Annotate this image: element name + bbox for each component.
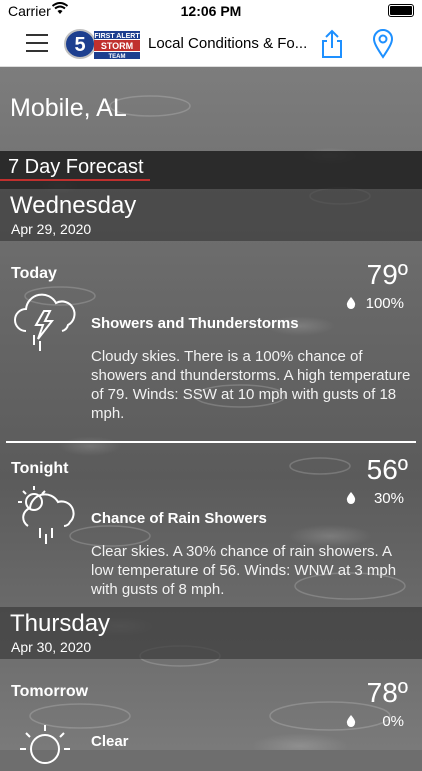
raindrop-icon (346, 492, 356, 504)
forecast-description: Clear skies. A 30% chance of rain shower… (91, 543, 397, 598)
sun-icon (20, 725, 70, 764)
svg-text:FIRST ALERT: FIRST ALERT (94, 33, 140, 40)
condition: Clear (91, 733, 129, 750)
period-divider (6, 441, 416, 443)
forecast-description: Cloudy skies. There is a 100% chance of … (91, 348, 411, 422)
clock: 12:06 PM (180, 3, 242, 19)
station-logo: 5 FIRST ALERT STORM TEAM (64, 29, 140, 60)
period-name: Tonight (11, 460, 69, 477)
day-date: Apr 30, 2020 (11, 639, 92, 655)
nav-bar: 5 FIRST ALERT STORM TEAM Local Condition… (0, 22, 422, 67)
day-name: Wednesday (10, 192, 137, 219)
thunderstorm-icon (14, 293, 76, 351)
rain-showers-icon (18, 486, 75, 544)
period-name: Today (11, 265, 57, 282)
location-pin-icon[interactable] (372, 29, 394, 64)
period-name: Tomorrow (11, 683, 89, 700)
day-header: Thursday Apr 30, 2020 (0, 607, 422, 659)
page-title: Local Conditions & Fo... (148, 35, 308, 52)
menu-icon[interactable] (26, 34, 48, 52)
svg-text:STORM: STORM (101, 41, 133, 51)
section-header: 7 Day Forecast (0, 151, 422, 189)
raindrop-icon (346, 715, 356, 727)
share-icon[interactable] (320, 29, 344, 64)
day-header: Wednesday Apr 29, 2020 (0, 189, 422, 241)
temperature: 78º (366, 677, 408, 708)
temperature: 79º (366, 259, 408, 290)
raindrop-icon (346, 297, 356, 309)
battery-icon (388, 4, 414, 17)
day-name: Thursday (10, 610, 111, 637)
section-underline (0, 179, 150, 181)
location-name: Mobile, AL (10, 94, 127, 122)
svg-text:5: 5 (74, 34, 85, 56)
temperature: 56º (366, 454, 408, 485)
section-title: 7 Day Forecast (8, 156, 144, 178)
precip-chance: 30% (373, 490, 404, 507)
status-bar: Carrier 12:06 PM (0, 0, 422, 22)
condition: Chance of Rain Showers (91, 510, 267, 527)
svg-text:TEAM: TEAM (109, 54, 126, 60)
day-date: Apr 29, 2020 (11, 221, 92, 237)
condition: Showers and Thunderstorms (91, 315, 299, 332)
precip-chance: 100% (365, 295, 404, 312)
precip-chance: 0% (382, 713, 404, 730)
